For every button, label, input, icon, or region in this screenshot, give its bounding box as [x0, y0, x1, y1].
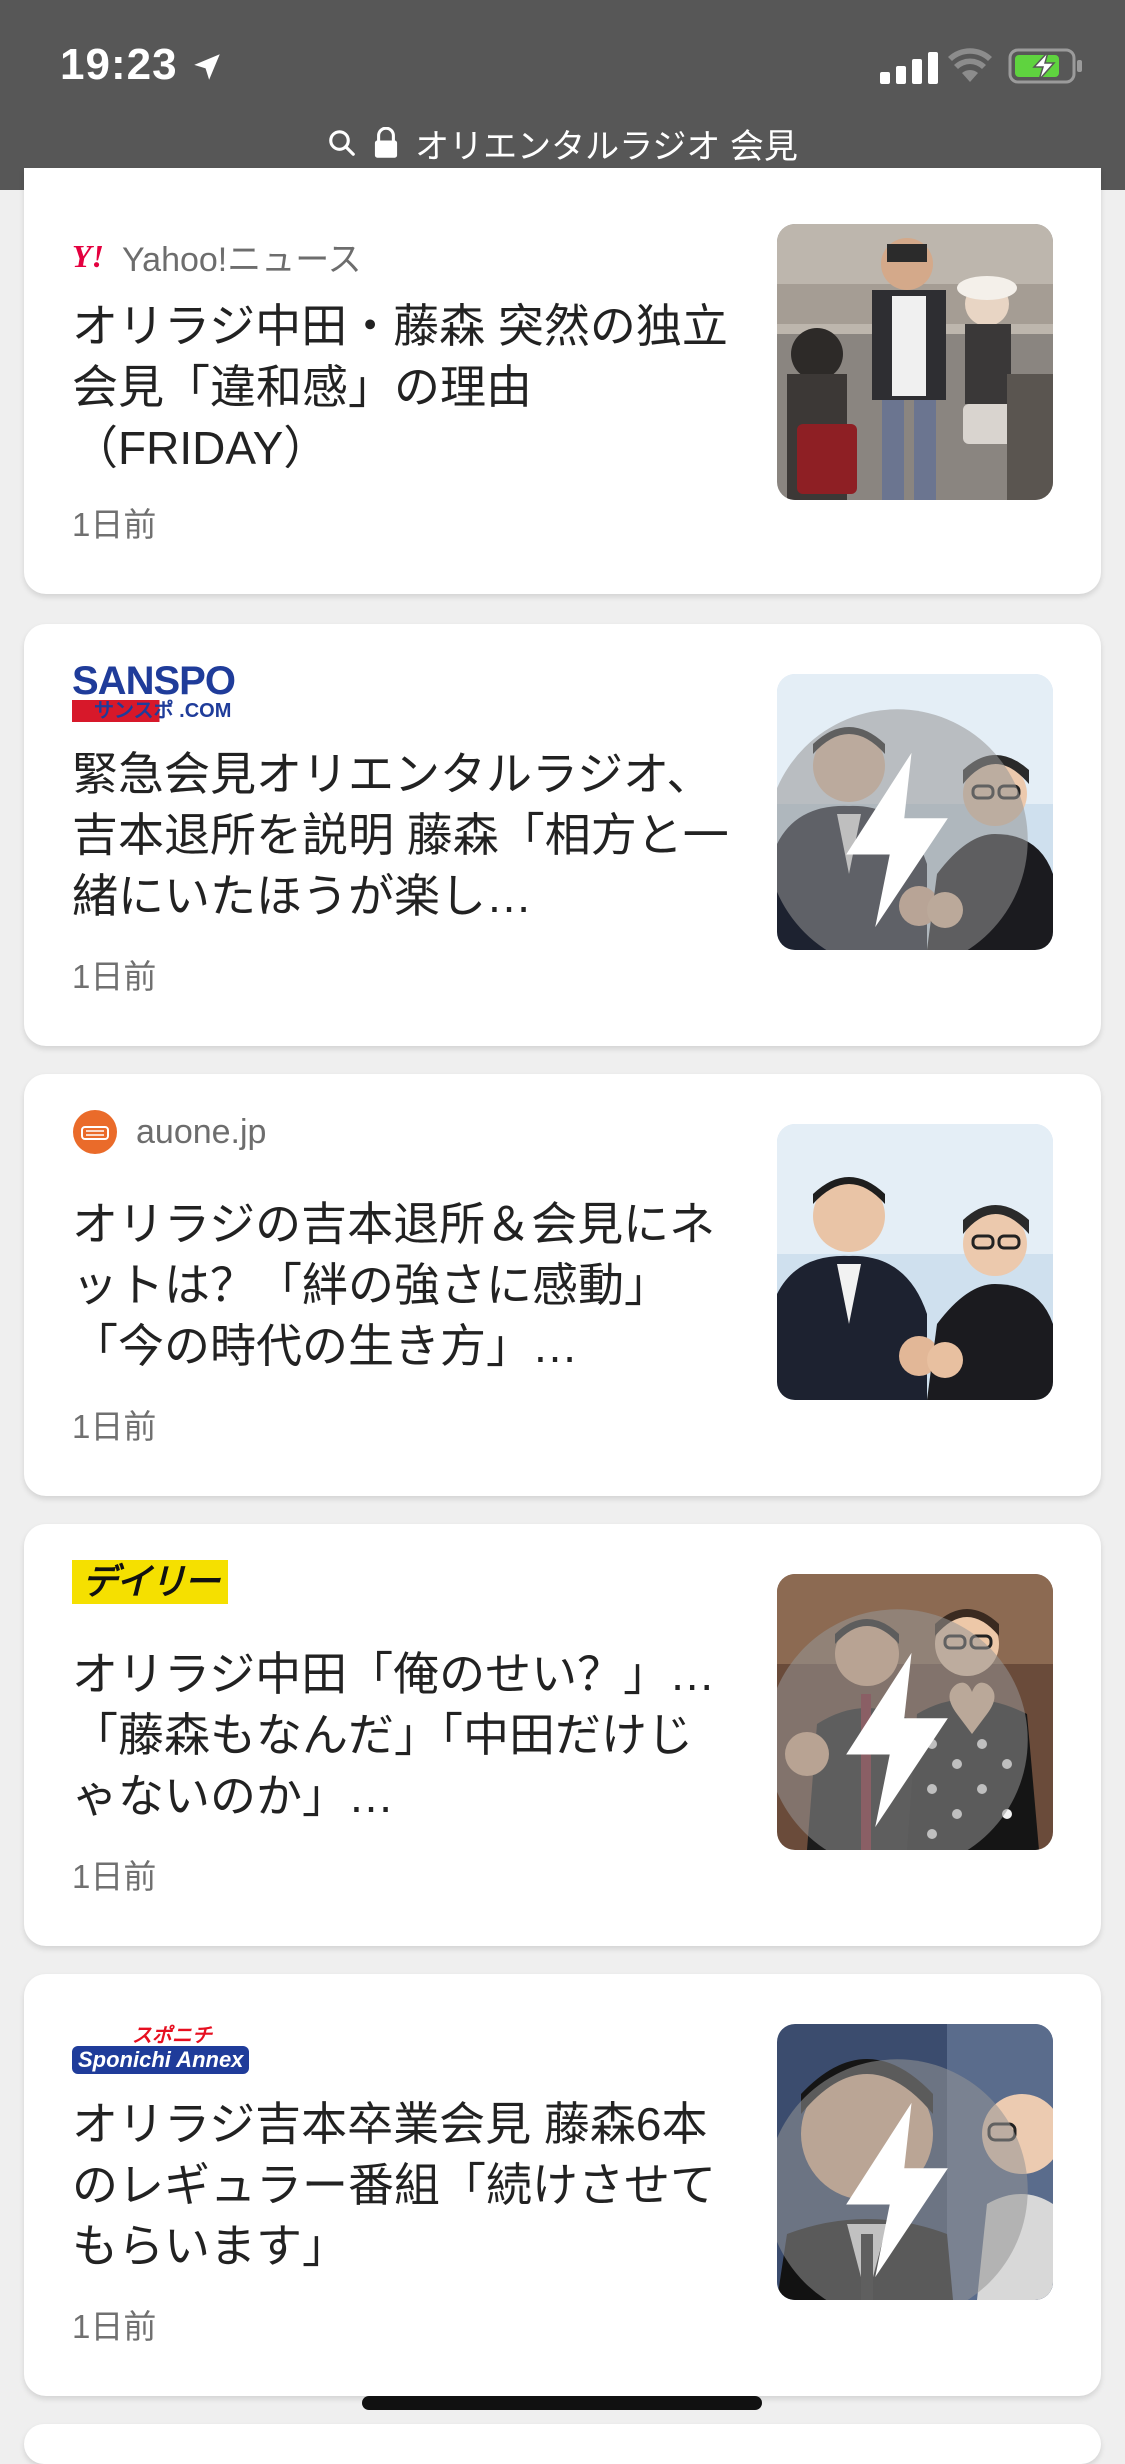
address-bar[interactable]: オリエンタルラジオ 会見 [0, 118, 1125, 168]
article-thumbnail[interactable] [777, 1574, 1053, 1850]
daily-logo: デイリー [72, 1560, 229, 1604]
headline[interactable]: オリラジ中田・藤森 突然の独立会見「違和感」の理由（FRIDAY） [72, 296, 732, 479]
news-source: スポニチ Sponichi Annex [72, 2025, 250, 2082]
article-thumbnail[interactable] [777, 674, 1053, 950]
news-card[interactable]: SANSPO サンスポ .COM 緊急会見オリエンタルラジオ、吉本退所を説明 藤… [24, 624, 1101, 1046]
news-card[interactable]: デイリー オリラジ中田「俺のせい？」…「藤森もなんだ」「中田だけじゃないのか」…… [24, 1524, 1101, 1946]
sponichi-logo-sub: Sponichi Annex [72, 2046, 250, 2074]
headline[interactable]: オリラジ中田「俺のせい？」…「藤森もなんだ」「中田だけじゃないのか」… [72, 1644, 732, 1827]
yahoo-logo: Y! [72, 237, 104, 274]
source-name: Yahoo!ニュース [122, 240, 362, 279]
home-indicator[interactable] [362, 2396, 762, 2410]
amp-icon [777, 709, 1028, 950]
timestamp: 1日前 [72, 506, 157, 543]
search-icon [329, 130, 355, 156]
news-source: Y! Yahoo!ニュース [72, 228, 362, 284]
headline[interactable]: オリラジ吉本卒業会見 藤森6本のレギュラー番組「続けさせてもらいます」 [72, 2094, 732, 2277]
source-name: auone.jp [136, 1112, 267, 1151]
photo-duo-pose [777, 1124, 1053, 1400]
timestamp: 1日前 [72, 2308, 157, 2345]
amp-icon [777, 1609, 1028, 1850]
status-bar: 19:23 オリエンタルラジオ 会見 [0, 0, 1125, 190]
sponichi-logo: スポニチ [132, 2025, 212, 2047]
wifi-icon [948, 48, 992, 82]
news-card[interactable]: スポニチ Sponichi Annex オリラジ吉本卒業会見 藤森6本のレギュラ… [24, 1974, 1101, 2396]
headline[interactable]: 緊急会見オリエンタルラジオ、吉本退所を説明 藤森「相方と一緒にいたほうが楽し… [72, 744, 732, 927]
timestamp: 1日前 [72, 958, 157, 995]
battery-charging-icon [1008, 48, 1082, 84]
cellular-signal-icon [880, 50, 938, 84]
article-thumbnail[interactable] [777, 224, 1053, 500]
clock: 19:23 [60, 40, 178, 89]
location-arrow-icon [194, 54, 220, 80]
article-thumbnail[interactable] [777, 2024, 1053, 2300]
timestamp: 1日前 [72, 1408, 157, 1445]
news-source: auone.jp [72, 1104, 266, 1160]
sanspo-logo-sub: サンスポ .COM [72, 700, 232, 722]
sanspo-logo: SANSPO [72, 659, 236, 703]
news-card[interactable] [24, 2424, 1101, 2464]
timestamp: 1日前 [72, 1858, 157, 1895]
address-text: オリエンタルラジオ 会見 [415, 127, 798, 166]
article-thumbnail[interactable] [777, 1124, 1053, 1400]
lock-icon [375, 127, 398, 158]
amp-icon [777, 2059, 1028, 2300]
news-source: SANSPO サンスポ .COM [72, 659, 236, 722]
news-source: デイリー [72, 1554, 229, 1610]
headline[interactable]: オリラジの吉本退所＆会見にネットは？「絆の強さに感動」「今の時代の生き方」… [72, 1194, 732, 1377]
auone-logo-icon [73, 1110, 117, 1154]
news-card[interactable]: auone.jp オリラジの吉本退所＆会見にネットは？「絆の強さに感動」「今の時… [24, 1074, 1101, 1496]
photo-airport-couple [777, 224, 1053, 500]
news-card[interactable]: Y! Yahoo!ニュース オリラジ中田・藤森 突然の独立会見「違和感」の理由（… [24, 168, 1101, 594]
